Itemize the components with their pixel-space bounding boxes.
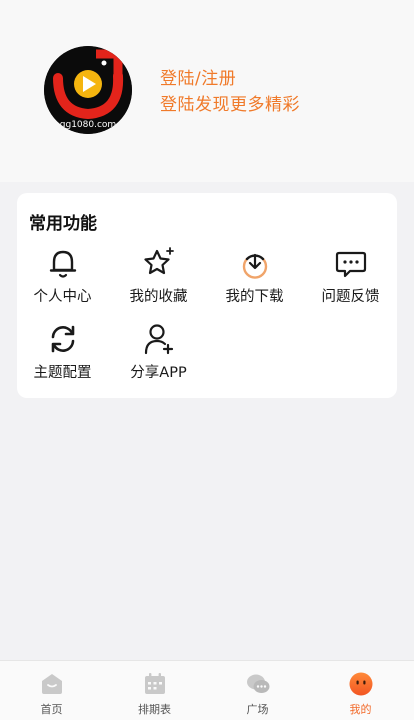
calendar-icon xyxy=(144,673,165,694)
func-label: 个人中心 xyxy=(33,289,92,305)
tab-label: 首页 xyxy=(40,703,63,716)
bell-icon xyxy=(49,250,76,278)
profile-header: gg1080.com 登陆/注册 登陆发现更多精彩 xyxy=(0,0,414,182)
avatar-watermark: gg1080.com xyxy=(59,120,117,130)
tab-label: 排期表 xyxy=(138,703,171,716)
func-feedback[interactable]: 问题反馈 xyxy=(303,245,398,315)
func-label: 主题配置 xyxy=(33,365,92,381)
common-functions-card: 常用功能 个人中心 我的收藏 我的下载 问题反馈 主题配置 分享APP xyxy=(17,193,397,398)
func-label: 我的收藏 xyxy=(129,289,188,305)
download-icon xyxy=(242,253,267,279)
func-label: 问题反馈 xyxy=(321,289,380,305)
func-theme-config[interactable]: 主题配置 xyxy=(15,321,110,391)
tab-schedule[interactable]: 排期表 xyxy=(103,661,206,720)
func-label: 分享APP xyxy=(130,365,187,381)
tab-plaza[interactable]: 广场 xyxy=(206,661,309,720)
func-share-app[interactable]: 分享APP xyxy=(111,321,206,391)
card-title: 常用功能 xyxy=(29,214,97,234)
avatar[interactable]: gg1080.com xyxy=(44,46,132,134)
login-block[interactable]: 登陆/注册 登陆发现更多精彩 xyxy=(160,66,300,118)
func-my-downloads[interactable]: 我的下载 xyxy=(207,245,302,315)
func-personal-center[interactable]: 个人中心 xyxy=(15,245,110,315)
bottom-tab-bar: 首页 排期表 广场 我的 xyxy=(0,660,414,720)
login-register-link[interactable]: 登陆/注册 xyxy=(160,66,300,92)
func-label: 我的下载 xyxy=(225,289,284,305)
home-icon xyxy=(41,674,62,694)
face-icon xyxy=(349,672,372,696)
login-subtitle[interactable]: 登陆发现更多精彩 xyxy=(160,92,300,118)
tab-mine[interactable]: 我的 xyxy=(309,661,412,720)
chat-icon xyxy=(246,674,269,693)
message-icon xyxy=(335,251,366,278)
tab-home[interactable]: 首页 xyxy=(0,661,103,720)
func-my-favorites[interactable]: 我的收藏 xyxy=(111,245,206,315)
star-icon xyxy=(143,247,174,275)
add-user-icon xyxy=(144,324,173,355)
refresh-icon xyxy=(51,325,74,353)
tab-label: 广场 xyxy=(246,703,269,716)
tab-label: 我的 xyxy=(349,703,372,716)
